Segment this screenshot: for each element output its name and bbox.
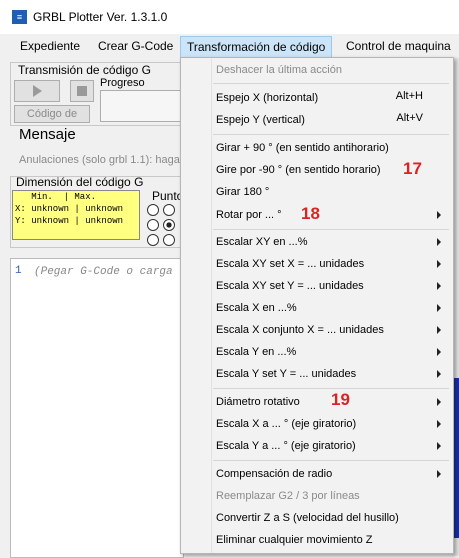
- transform-dropdown-menu: Deshacer la última acción Espejo X (hori…: [180, 57, 454, 554]
- radio-option[interactable]: [147, 234, 159, 246]
- dimension-group-label: Dimensión del código G: [16, 175, 144, 189]
- menu-scale-xy-set-x[interactable]: Escala XY set X = ... unidades: [216, 256, 436, 272]
- annotation-19: 19: [331, 390, 350, 409]
- menu-replace-g2-g3[interactable]: Reemplazar G2 / 3 por líneas: [216, 488, 436, 504]
- menu-scale-y-rotary[interactable]: Escala Y a ... ° (eje giratorio): [216, 438, 436, 454]
- progress-label: Progreso: [100, 77, 145, 89]
- submenu-arrow-icon: [437, 370, 441, 378]
- annotation-18: 18: [301, 204, 320, 223]
- app-logo-icon: ≡: [12, 10, 27, 24]
- menu-separator: [213, 134, 449, 135]
- gcode-editor[interactable]: [10, 258, 184, 558]
- message-label: Mensaje: [19, 126, 76, 143]
- menu-scale-xy-set-y[interactable]: Escala XY set Y = ... unidades: [216, 278, 436, 294]
- code-button[interactable]: Código de: [14, 105, 90, 123]
- annotation-17: 17: [403, 159, 422, 178]
- menu-radius-compensation[interactable]: Compensación de radio: [216, 466, 436, 482]
- menu-scale-x-set-x[interactable]: Escala X conjunto X = ... unidades: [216, 322, 436, 338]
- radio-option[interactable]: [147, 219, 159, 231]
- submenu-arrow-icon: [437, 326, 441, 334]
- submenu-arrow-icon: [437, 304, 441, 312]
- radio-option[interactable]: [147, 204, 159, 216]
- dim-x-row: X: unknown | unknown: [15, 204, 124, 214]
- play-icon: [33, 85, 42, 97]
- dimension-box: Min. | Max. X: unknown | unknown Y: unkn…: [12, 190, 140, 240]
- menu-rotate-by[interactable]: Rotar por ... °: [216, 207, 436, 223]
- menu-scale-xy-percent[interactable]: Escalar XY en ...%: [216, 234, 436, 250]
- menu-separator: [213, 229, 449, 230]
- menu-rotate-plus-90[interactable]: Girar + 90 ° (en sentido antihorario): [216, 140, 436, 156]
- overrides-label: Anulaciones (solo grbl 1.1): haga c: [19, 154, 189, 166]
- menu-separator: [213, 460, 449, 461]
- submenu-arrow-icon: [437, 348, 441, 356]
- menu-icon-column-divider: [211, 58, 212, 553]
- radio-option[interactable]: [163, 234, 175, 246]
- menu-rotary-diameter[interactable]: Diámetro rotativo: [216, 394, 436, 410]
- menu-rotate-180[interactable]: Girar 180 °: [216, 184, 436, 200]
- menu-scale-y-set-y[interactable]: Escala Y set Y = ... unidades: [216, 366, 436, 382]
- play-button[interactable]: [14, 80, 60, 102]
- menu-convert-z-to-s[interactable]: Convertir Z a S (velocidad del husillo): [216, 510, 436, 526]
- menu-control-maquina[interactable]: Control de maquina: [340, 36, 457, 57]
- editor-placeholder: (Pegar G-Code o carga: [34, 266, 173, 278]
- progress-bar: [100, 90, 182, 122]
- submenu-arrow-icon: [437, 420, 441, 428]
- mirror-y-shortcut: Alt+V: [396, 112, 423, 124]
- submenu-arrow-icon: [437, 282, 441, 290]
- editor-line-number: 1: [15, 265, 22, 277]
- transmission-group-label: Transmisión de código G: [18, 63, 151, 77]
- submenu-arrow-icon: [437, 442, 441, 450]
- menu-scale-y-percent[interactable]: Escala Y en ...%: [216, 344, 436, 360]
- window-title: GRBL Plotter Ver. 1.3.1.0: [33, 10, 168, 24]
- menu-remove-z-moves[interactable]: Eliminar cualquier movimiento Z: [216, 532, 436, 548]
- menu-scale-x-rotary[interactable]: Escala X a ... ° (eje giratorio): [216, 416, 436, 432]
- menu-separator: [213, 388, 449, 389]
- menu-scale-x-percent[interactable]: Escala X en ...%: [216, 300, 436, 316]
- radio-option-selected[interactable]: [163, 219, 175, 231]
- stop-icon: [77, 86, 87, 96]
- dim-y-row: Y: unknown | unknown: [15, 216, 124, 226]
- submenu-arrow-icon: [437, 211, 441, 219]
- submenu-arrow-icon: [437, 238, 441, 246]
- menu-expediente[interactable]: Expediente: [14, 36, 86, 57]
- dim-header: Min. | Max.: [15, 192, 97, 202]
- menu-crear-gcode[interactable]: Crear G-Code: [92, 36, 179, 57]
- submenu-arrow-icon: [437, 260, 441, 268]
- menu-undo[interactable]: Deshacer la última acción: [216, 62, 436, 78]
- radio-option[interactable]: [163, 204, 175, 216]
- point-label: Punto: [152, 189, 184, 203]
- submenu-arrow-icon: [437, 398, 441, 406]
- mirror-x-shortcut: Alt+H: [395, 90, 423, 102]
- stop-button[interactable]: [70, 80, 94, 102]
- menu-transformacion[interactable]: Transformación de código: [180, 36, 333, 58]
- submenu-arrow-icon: [437, 470, 441, 478]
- menu-bar: Expediente Crear G-Code Transformación d…: [0, 36, 459, 58]
- menu-separator: [213, 83, 449, 84]
- title-bar: ≡ GRBL Plotter Ver. 1.3.1.0: [0, 0, 459, 34]
